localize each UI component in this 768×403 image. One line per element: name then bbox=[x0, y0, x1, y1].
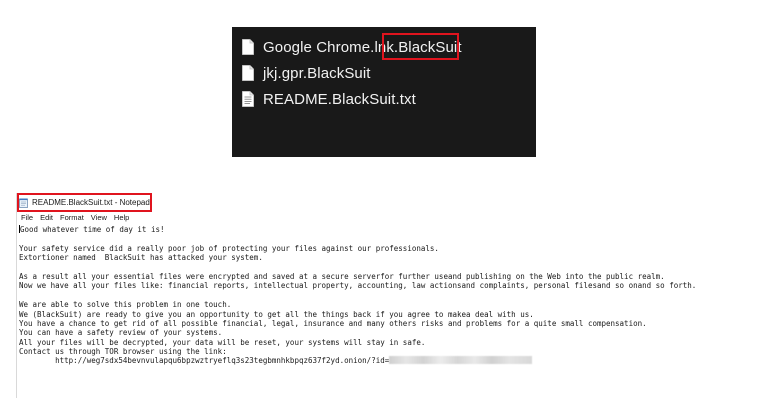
text-line: Good whatever time of day it is! bbox=[19, 225, 165, 234]
text-editor-area[interactable]: Good whatever time of day it is! Your sa… bbox=[19, 225, 759, 366]
text-line: You can have a safety review of your sys… bbox=[19, 328, 223, 338]
text-file-icon bbox=[242, 91, 254, 107]
file-icon bbox=[242, 39, 254, 55]
text-line: Now we have all your files like: financi… bbox=[19, 281, 697, 291]
text-line bbox=[19, 234, 759, 243]
menu-help[interactable]: Help bbox=[114, 213, 129, 224]
text-line: We are able to solve this problem in one… bbox=[19, 300, 232, 310]
file-name: jkj.gpr.BlackSuit bbox=[263, 64, 371, 82]
window-title: README.BlackSuit.txt - Notepad bbox=[32, 198, 150, 207]
file-explorer-panel: Google Chrome.lnk.BlackSuit jkj.gpr.Blac… bbox=[232, 27, 536, 157]
menu-file[interactable]: File bbox=[21, 213, 33, 224]
file-name: README.BlackSuit.txt bbox=[263, 90, 416, 108]
file-name: Google Chrome.lnk.BlackSuit bbox=[263, 38, 462, 56]
menu-format[interactable]: Format bbox=[60, 213, 84, 224]
text-line: You have a chance to get rid of all poss… bbox=[19, 318, 647, 328]
text-line: Your safety service did a really poor jo… bbox=[19, 243, 439, 253]
notepad-window: README.BlackSuit.txt - Notepad File Edit… bbox=[16, 193, 762, 398]
tor-link: http://weg7sdx54bevnvulapqu6bpzwztryeflq… bbox=[19, 356, 390, 366]
file-item-google-chrome[interactable]: Google Chrome.lnk.BlackSuit bbox=[242, 36, 462, 58]
file-item-readme[interactable]: README.BlackSuit.txt bbox=[242, 88, 416, 110]
menu-edit[interactable]: Edit bbox=[40, 213, 53, 224]
text-line: Contact us through TOR browser using the… bbox=[19, 347, 227, 357]
tor-link-line: http://weg7sdx54bevnvulapqu6bpzwztryeflq… bbox=[19, 356, 759, 365]
text-line: As a result all your essential files wer… bbox=[19, 271, 665, 281]
menu-view[interactable]: View bbox=[91, 213, 107, 224]
text-line bbox=[19, 263, 759, 272]
file-icon bbox=[242, 65, 254, 81]
notepad-icon bbox=[19, 198, 28, 208]
text-line bbox=[19, 291, 759, 300]
text-line: Extortioner named BlackSuit has attacked… bbox=[19, 253, 263, 263]
file-item-jkj-gpr[interactable]: jkj.gpr.BlackSuit bbox=[242, 62, 371, 84]
title-bar: README.BlackSuit.txt - Notepad bbox=[19, 194, 150, 211]
text-line: We (BlackSuit) are ready to give you an … bbox=[19, 309, 534, 319]
menu-bar: File Edit Format View Help bbox=[21, 213, 129, 224]
redacted-id bbox=[389, 356, 533, 365]
text-line: All your files will be decrypted, your d… bbox=[19, 337, 426, 347]
